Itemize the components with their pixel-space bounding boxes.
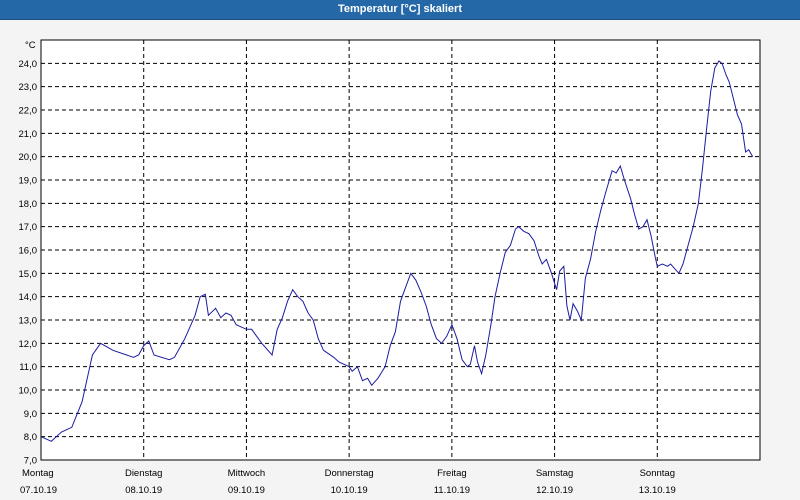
x-date-label: 08.10.19	[125, 485, 162, 496]
x-date-label: 07.10.19	[20, 485, 57, 496]
y-tick-label: 24,0	[19, 59, 38, 70]
y-tick-label: 21,0	[19, 129, 38, 140]
y-tick-label: 11,0	[19, 362, 37, 373]
x-day-label: Samstag	[536, 468, 574, 479]
x-date-label: 11.10.19	[434, 485, 470, 496]
y-tick-label: 22,0	[19, 106, 38, 117]
y-tick-label: 7,0	[24, 456, 37, 467]
x-date-label: 13.10.19	[639, 485, 676, 496]
x-day-label: Mittwoch	[228, 468, 265, 479]
x-day-label: Sonntag	[640, 468, 675, 479]
x-date-label: 09.10.19	[228, 485, 265, 496]
x-day-label: Dienstag	[125, 468, 163, 479]
x-day-label: Montag	[22, 468, 54, 479]
y-axis-ticks: 7,0 8,0 9,0 10,0 11,0 12,0 13,0 14,0 15,0 16,0 17,…	[19, 59, 38, 467]
y-tick-label: 14,0	[19, 292, 38, 303]
y-tick-label: 19,0	[19, 176, 38, 187]
y-axis-unit-label: °C	[25, 40, 36, 51]
y-tick-label: 9,0	[24, 409, 37, 420]
y-tick-label: 17,0	[19, 222, 38, 233]
y-tick-label: 13,0	[19, 316, 38, 327]
y-tick-label: 18,0	[19, 199, 38, 210]
y-tick-label: 15,0	[19, 269, 38, 280]
y-tick-label: 16,0	[19, 246, 38, 257]
y-tick-label: 20,0	[19, 152, 38, 163]
x-day-label: Donnerstag	[325, 468, 374, 479]
temperature-line-chart: 7,0 8,0 9,0 10,0 11,0 12,0 13,0 14,0 15,0 16,0 17,…	[19, 39, 761, 496]
x-axis-labels: Montag 07.10.19 Dienstag 08.10.19 Mittwoch 09…	[20, 468, 676, 496]
y-tick-label: 23,0	[19, 82, 38, 93]
x-date-label: 10.10.19	[331, 485, 368, 496]
y-tick-label: 8,0	[24, 432, 37, 443]
y-tick-label: 10,0	[19, 386, 38, 397]
x-day-label: Freitag	[437, 468, 467, 479]
x-date-label: 12.10.19	[536, 485, 573, 496]
y-tick-label: 12,0	[19, 339, 38, 350]
